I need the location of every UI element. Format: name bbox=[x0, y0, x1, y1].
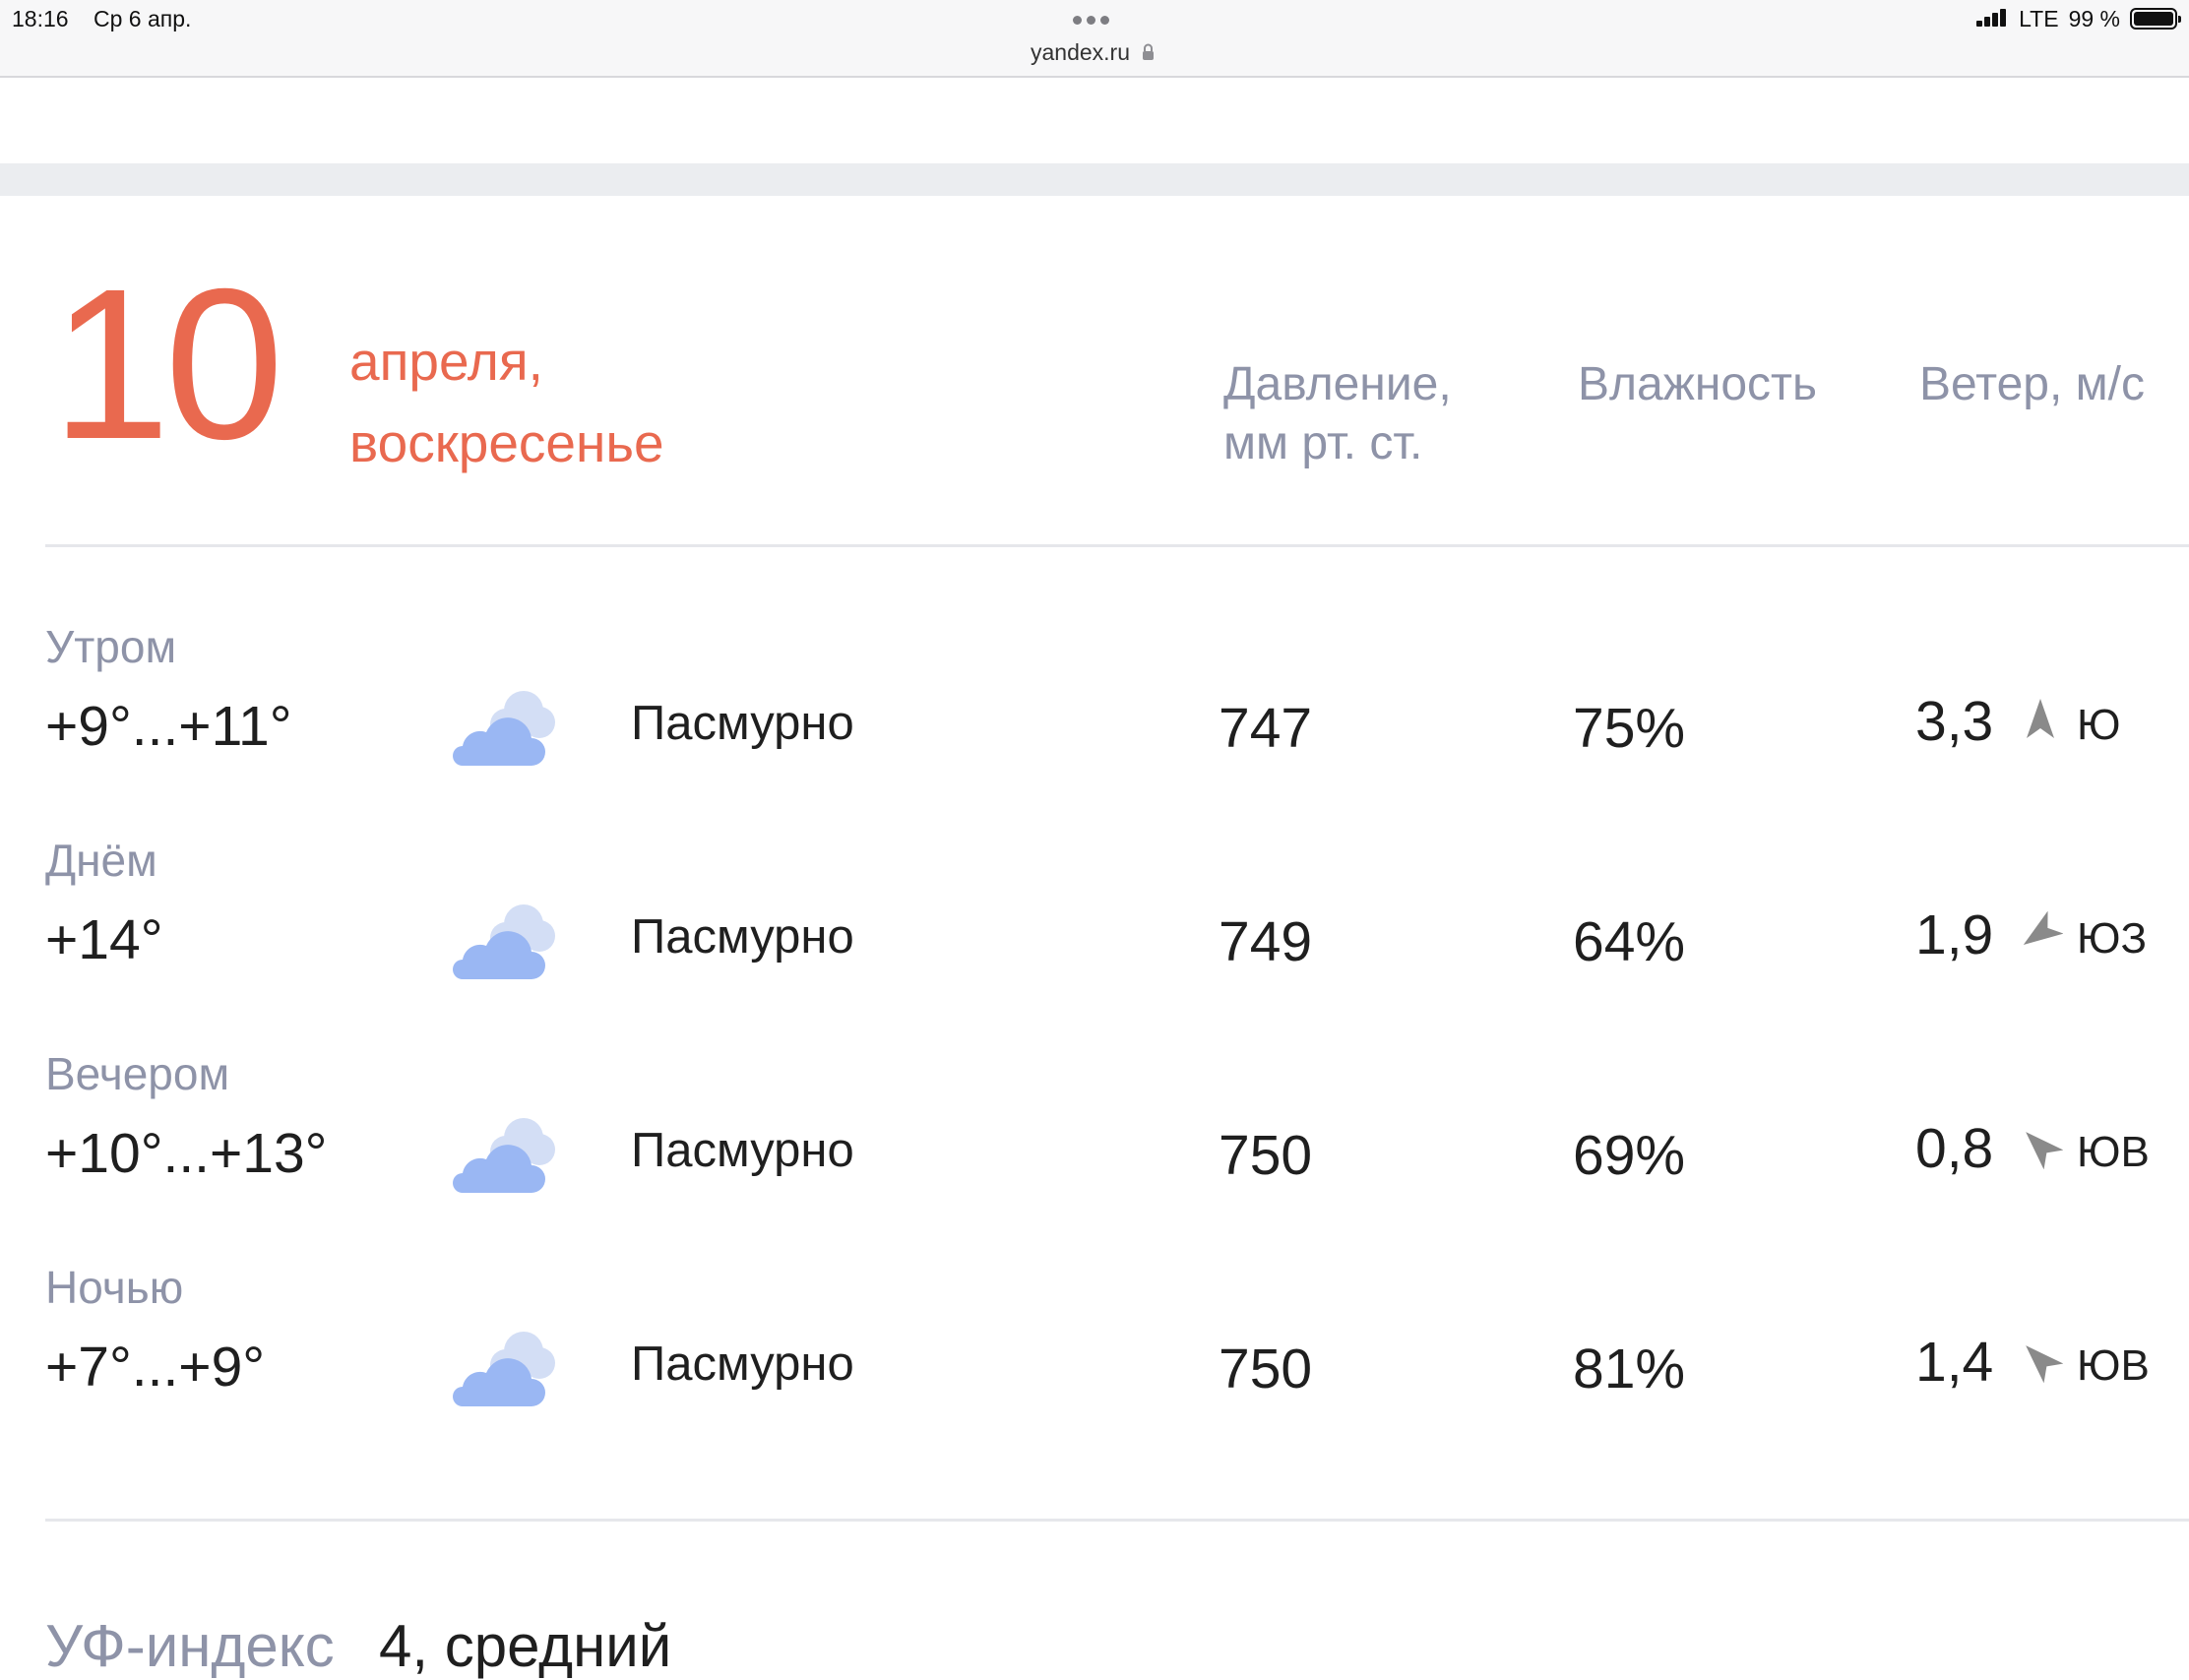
condition: Пасмурно bbox=[631, 1338, 854, 1391]
wind-speed: 1,9 bbox=[1915, 903, 1994, 966]
status-right-group: LTE 99 % bbox=[1976, 5, 2181, 31]
uv-index-value: 4, средний bbox=[379, 1613, 672, 1679]
wind-direction-arrow-icon bbox=[2026, 1132, 2063, 1169]
network-type: LTE bbox=[2019, 5, 2059, 31]
temperature: +10°...+13° bbox=[45, 1122, 328, 1185]
forecast-row-day: Днём +14° Пасмурно 749 64% 1,9 ЮЗ bbox=[0, 834, 2189, 1030]
forecast-row-evening: Вечером +10°...+13° Пасмурно 750 69% 0,8… bbox=[0, 1047, 2189, 1244]
wind-speed: 3,3 bbox=[1915, 690, 1994, 753]
pressure-value: 750 bbox=[1219, 1338, 1313, 1400]
status-time: 18:16 bbox=[12, 6, 69, 31]
column-header-humidity: Влажность bbox=[1578, 358, 1818, 410]
cloudy-icon bbox=[453, 1332, 555, 1406]
header-divider bbox=[45, 544, 2189, 547]
column-header-pressure: Давление, мм рт. ст. bbox=[1223, 355, 1452, 473]
battery-icon bbox=[2130, 8, 2181, 30]
wind-speed: 0,8 bbox=[1915, 1117, 1994, 1180]
pressure-header-line2: мм рт. ст. bbox=[1223, 417, 1423, 469]
cloudy-icon bbox=[453, 691, 555, 766]
period-label: Днём bbox=[45, 835, 157, 886]
cloudy-icon bbox=[453, 1118, 555, 1193]
day-month: апреля, bbox=[349, 331, 543, 392]
humidity-value: 69% bbox=[1573, 1124, 1686, 1187]
forecast-row-morning: Утром +9°...+11° Пасмурно 747 75% 3,3 Ю bbox=[0, 620, 2189, 817]
condition: Пасмурно bbox=[631, 697, 854, 750]
wind-direction: ЮЗ bbox=[2077, 914, 2148, 963]
wind-direction-arrow-icon bbox=[2027, 699, 2054, 738]
pressure-header-line1: Давление, bbox=[1223, 358, 1452, 410]
forecast-row-night: Ночью +7°...+9° Пасмурно 750 81% 1,4 ЮВ bbox=[0, 1261, 2189, 1458]
battery-percent: 99 % bbox=[2068, 5, 2120, 31]
signal-icon bbox=[1976, 9, 2009, 29]
temperature: +9°...+11° bbox=[45, 695, 292, 758]
wind-direction: ЮВ bbox=[2077, 1341, 2150, 1390]
more-dots-icon[interactable] bbox=[1073, 12, 1116, 26]
period-label: Ночью bbox=[45, 1262, 184, 1313]
wind-direction-arrow-icon bbox=[2023, 910, 2063, 946]
wind-direction-arrow-icon bbox=[2026, 1345, 2063, 1383]
condition: Пасмурно bbox=[631, 910, 854, 964]
temperature: +7°...+9° bbox=[45, 1336, 266, 1399]
footer-divider bbox=[45, 1519, 2189, 1522]
status-date: Ср 6 апр. bbox=[94, 6, 192, 31]
day-weekday: воскресенье bbox=[349, 412, 664, 473]
temperature: +14° bbox=[45, 908, 163, 971]
pressure-value: 749 bbox=[1219, 910, 1313, 973]
wind-speed: 1,4 bbox=[1915, 1331, 1994, 1394]
address-url[interactable]: yandex.ru bbox=[1031, 39, 1130, 66]
column-header-wind: Ветер, м/с bbox=[1919, 358, 2145, 410]
cloudy-icon bbox=[453, 904, 555, 979]
humidity-value: 81% bbox=[1573, 1338, 1686, 1400]
uv-index-label: УФ-индекс bbox=[45, 1613, 335, 1679]
browser-status-bar: 18:16 Ср 6 апр. yandex.ru LTE 99 % bbox=[0, 0, 2189, 78]
day-number: 10 bbox=[51, 245, 283, 484]
pressure-value: 750 bbox=[1219, 1124, 1313, 1187]
pressure-value: 747 bbox=[1219, 697, 1313, 760]
section-separator bbox=[0, 163, 2189, 196]
lock-icon bbox=[1143, 43, 1154, 60]
period-label: Вечером bbox=[45, 1048, 230, 1099]
period-label: Утром bbox=[45, 621, 177, 672]
wind-direction: Ю bbox=[2077, 701, 2121, 749]
humidity-value: 64% bbox=[1573, 910, 1686, 973]
condition: Пасмурно bbox=[631, 1124, 854, 1177]
humidity-value: 75% bbox=[1573, 697, 1686, 760]
wind-direction: ЮВ bbox=[2077, 1128, 2150, 1176]
